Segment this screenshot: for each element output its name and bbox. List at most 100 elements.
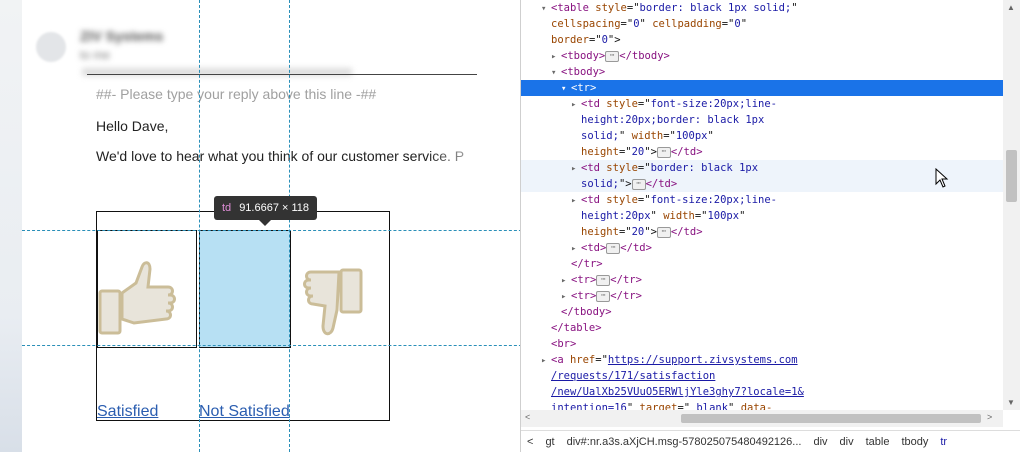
syntax-text: =" [595, 354, 608, 366]
dom-tree[interactable]: ▾ <table style="border: black 1px solid;"… [521, 0, 1003, 410]
horizontal-scrollbar[interactable]: < > [521, 410, 1003, 427]
expand-triangle-icon[interactable]: ▾ [551, 65, 561, 81]
tag-name: </tr> [610, 274, 642, 286]
dom-line[interactable]: ▸ <td style="border: black 1px [521, 160, 1003, 176]
expand-triangle-icon[interactable]: ▸ [571, 241, 581, 257]
expand-triangle-icon[interactable]: ▸ [571, 193, 581, 209]
expand-triangle-icon[interactable]: ▸ [571, 97, 581, 113]
breadcrumb-item[interactable]: table [866, 436, 890, 448]
dom-line[interactable]: solid;" width="100px" [521, 128, 1003, 144]
tag-name: </tr> [610, 290, 642, 302]
dom-breadcrumb: < gt div#:nr.a3s.aXjCH.msg-57802507548049… [521, 430, 1020, 452]
dom-line[interactable]: intention=16" target="_blank" data- [521, 400, 1003, 410]
breadcrumb-item[interactable]: div [840, 436, 854, 448]
attribute-link[interactable]: /requests/171/satisfaction [551, 370, 715, 382]
collapsed-ellipsis-icon[interactable]: ⋯ [656, 146, 671, 158]
highlighted-td-cell[interactable] [199, 230, 291, 348]
attribute-name: width [631, 130, 664, 142]
breadcrumb-item[interactable]: gt [545, 436, 554, 448]
breadcrumb-item[interactable]: tr [940, 436, 947, 448]
attribute-name: width [663, 210, 695, 222]
scroll-up-arrow-icon[interactable]: ▲ [1007, 3, 1015, 12]
dom-line[interactable]: ▸ <tr> ⋯ </tr> [521, 288, 1003, 304]
dom-line[interactable]: ▸ <td style="font-size:20px;line- [521, 192, 1003, 208]
scroll-down-arrow-icon[interactable]: ▼ [1007, 398, 1015, 407]
attribute-name: style [595, 2, 627, 14]
syntax-text: " [740, 18, 748, 30]
breadcrumb-item[interactable]: div#:nr.a3s.aXjCH.msg-578025075480492126… [567, 436, 802, 448]
dom-line[interactable]: ▾ <table style="border: black 1px solid;" [521, 0, 1003, 16]
expand-triangle-icon[interactable]: ▸ [541, 353, 551, 369]
syntax-text: "> [607, 34, 621, 46]
syntax-text: " [639, 18, 653, 30]
dom-line[interactable]: border="0"> [521, 32, 1003, 48]
collapsed-ellipsis-icon[interactable]: ⋯ [656, 226, 671, 238]
dom-line[interactable]: ▾ <tr> [521, 80, 1003, 96]
breadcrumb-item[interactable]: tbody [901, 436, 928, 448]
thumbs-down-icon[interactable] [291, 248, 381, 348]
collapsed-ellipsis-icon[interactable]: ⋯ [596, 274, 611, 286]
attribute-value: 20 [631, 226, 645, 238]
syntax-text: =" [637, 194, 651, 206]
tooltip-arrow [259, 220, 271, 226]
tag-name: <a [551, 354, 570, 366]
dom-line[interactable]: </tr> [521, 256, 1003, 272]
dom-line[interactable]: ▾ <tbody> [521, 64, 1003, 80]
syntax-text: " [728, 402, 741, 410]
expand-triangle-icon[interactable]: ▸ [561, 273, 571, 289]
expand-triangle-icon[interactable]: ▸ [551, 49, 561, 65]
breadcrumb-item[interactable]: div [813, 436, 827, 448]
dom-line[interactable]: ▸ <td style="font-size:20px;line- [521, 96, 1003, 112]
thumbs-down-cell[interactable] [291, 248, 381, 348]
collapsed-ellipsis-icon[interactable]: ⋯ [631, 178, 646, 190]
vertical-scrollbar[interactable]: ▲ ▼ [1003, 0, 1020, 410]
collapsed-ellipsis-icon[interactable]: ⋯ [606, 242, 621, 254]
dom-line[interactable]: height="20"> ⋯ </td> [521, 144, 1003, 160]
vertical-scroll-thumb[interactable] [1006, 150, 1017, 202]
dom-line[interactable]: </tbody> [521, 304, 1003, 320]
thumbs-up-cell[interactable] [97, 230, 197, 348]
dom-line[interactable]: height="20"> ⋯ </td> [521, 224, 1003, 240]
syntax-text: =" [618, 226, 632, 238]
dom-line[interactable]: ▸ <tr> ⋯ </tr> [521, 272, 1003, 288]
expand-triangle-icon[interactable]: ▸ [561, 289, 571, 305]
dom-line[interactable]: cellspacing="0" cellpadding="0" [521, 16, 1003, 32]
attribute-link[interactable]: /new/UalXb25VUuO5ERWljYle3ghy7?locale=1& [551, 386, 804, 398]
dom-line[interactable]: ▸ <a href="https://support.zivsystems.com [521, 352, 1003, 368]
email-pane: ZIV Systems to me ##- Please type your r… [22, 0, 520, 452]
not-satisfied-link[interactable]: Not Satisfied [199, 403, 290, 421]
dom-line[interactable]: </table> [521, 320, 1003, 336]
thumbs-up-icon[interactable] [98, 231, 196, 347]
dom-line[interactable]: /requests/171/satisfaction [521, 368, 1003, 384]
tag-name: <tbody> [561, 50, 606, 62]
horizontal-scroll-thumb[interactable] [681, 414, 981, 423]
syntax-text: "> [644, 146, 657, 158]
collapsed-ellipsis-icon[interactable]: ⋯ [605, 50, 620, 62]
dom-line[interactable]: ▸ <tbody> ⋯ </tbody> [521, 48, 1003, 64]
tag-name: <br> [551, 338, 577, 350]
attribute-name: height [581, 146, 619, 158]
attribute-link[interactable]: intention=16 [551, 402, 627, 410]
inspector-guide-vertical-left [199, 0, 200, 452]
dom-line[interactable]: solid;"> ⋯ </td> [521, 176, 1003, 192]
scroll-left-arrow-icon[interactable]: < [525, 412, 530, 422]
attribute-name: href [569, 354, 596, 366]
syntax-text: =" [618, 146, 632, 158]
breadcrumb-back-icon[interactable]: < [527, 436, 533, 448]
attribute-name: style [606, 194, 638, 206]
satisfied-link[interactable]: Satisfied [97, 403, 158, 421]
dom-line[interactable]: height:20px;border: black 1px [521, 112, 1003, 128]
scroll-right-arrow-icon[interactable]: > [987, 412, 992, 422]
dom-line[interactable]: <br> [521, 336, 1003, 352]
dom-line[interactable]: /new/UalXb25VUuO5ERWljYle3ghy7?locale=1& [521, 384, 1003, 400]
expand-triangle-icon[interactable]: ▾ [541, 1, 551, 17]
attribute-value: 100px [675, 130, 708, 142]
expand-triangle-icon[interactable]: ▾ [561, 81, 571, 97]
expand-triangle-icon[interactable]: ▸ [571, 161, 581, 177]
dom-line[interactable]: ▸ <td> ⋯ </td> [521, 240, 1003, 256]
tag-name: <tr> [571, 82, 597, 94]
dom-line[interactable]: height:20px" width="100px" [521, 208, 1003, 224]
syntax-text: =" [588, 34, 602, 46]
collapsed-ellipsis-icon[interactable]: ⋯ [596, 290, 611, 302]
attribute-link[interactable]: https://support.zivsystems.com [608, 354, 798, 366]
